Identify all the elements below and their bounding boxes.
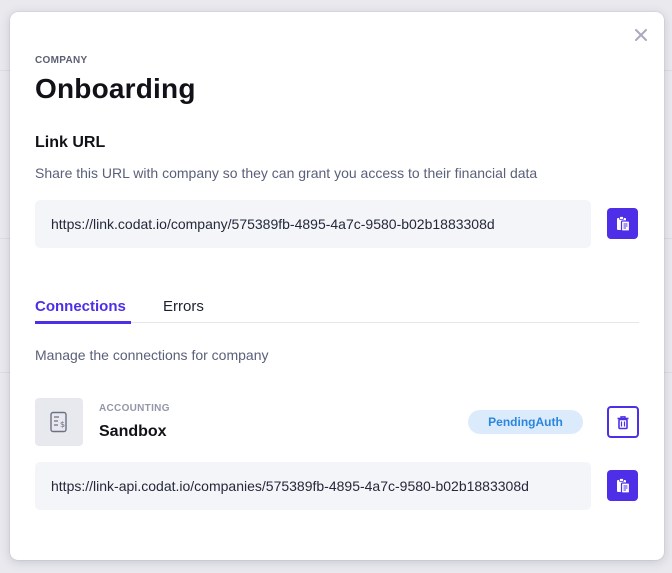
modal-eyebrow: COMPANY (35, 55, 88, 66)
link-url-description: Share this URL with company so they can … (35, 165, 538, 181)
accounting-document-icon: $ (50, 411, 67, 433)
copy-connection-url-button[interactable] (607, 470, 638, 501)
link-url-field[interactable]: https://link.codat.io/company/575389fb-4… (35, 200, 591, 248)
connection-icon-tile: $ (35, 398, 83, 446)
connection-url-value: https://link-api.codat.io/companies/5753… (51, 478, 529, 494)
onboarding-modal: COMPANY Onboarding Link URL Share this U… (10, 12, 664, 560)
tab-bar: Connections Errors (35, 291, 639, 324)
delete-connection-button[interactable] (607, 406, 639, 438)
copy-clipboard-icon (616, 216, 630, 232)
connection-name: Sandbox (99, 423, 167, 440)
copy-link-url-button[interactable] (607, 208, 638, 239)
tab-errors[interactable]: Errors (163, 291, 204, 322)
tab-connections[interactable]: Connections (35, 291, 131, 324)
link-url-heading: Link URL (35, 134, 106, 151)
page-title: Onboarding (35, 73, 196, 104)
connection-url-field[interactable]: https://link-api.codat.io/companies/5753… (35, 462, 591, 510)
trash-icon (617, 415, 629, 429)
link-url-value: https://link.codat.io/company/575389fb-4… (51, 216, 495, 232)
connection-type: ACCOUNTING (99, 403, 170, 414)
copy-clipboard-icon (616, 478, 630, 494)
status-badge: PendingAuth (468, 410, 583, 434)
close-icon (635, 29, 647, 41)
connections-description: Manage the connections for company (35, 347, 269, 363)
close-button[interactable] (632, 26, 650, 44)
svg-text:$: $ (60, 420, 65, 429)
